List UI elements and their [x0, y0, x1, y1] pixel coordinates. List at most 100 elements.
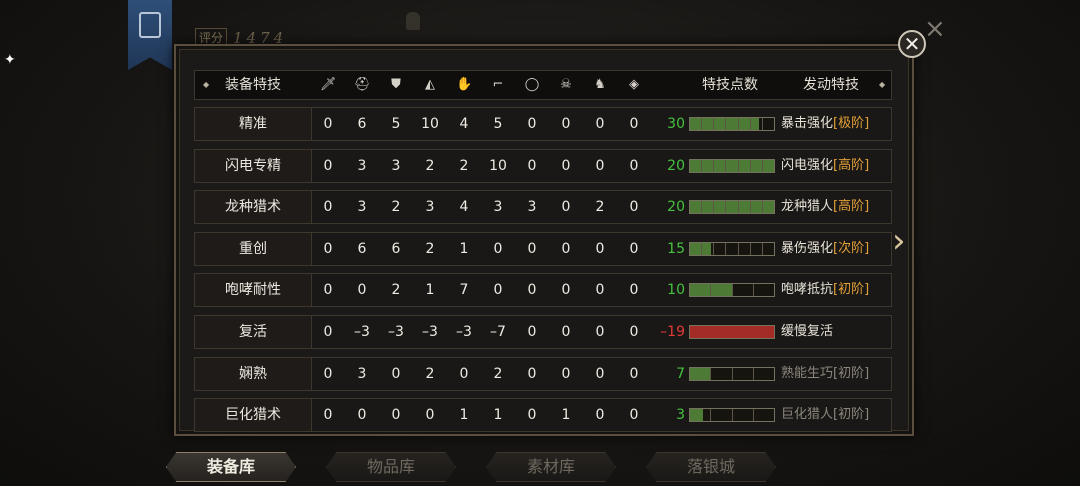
close-button[interactable]: ✕: [898, 30, 926, 58]
slot-value: 1: [561, 407, 571, 424]
slot-value: 2: [425, 365, 435, 382]
progress-segment: [690, 367, 712, 380]
skill-points: 30: [667, 116, 685, 132]
progress-segment: [702, 201, 715, 214]
bottom-tab[interactable]: 装备库: [166, 452, 296, 482]
progress-segment: [726, 242, 739, 255]
progress-segment: [751, 242, 763, 255]
progress-segment: [690, 118, 703, 130]
progress-segment: [690, 159, 703, 172]
skill-points: 15: [667, 240, 685, 257]
effect-name: 缓慢复活: [781, 324, 834, 339]
table-row[interactable]: 精准 0 6 5 10 4 5 0 0 0 0 30 暴击强化[极阶]: [194, 107, 892, 141]
slot-value: 0: [595, 240, 605, 257]
progress-segment: [739, 159, 751, 172]
progress-segment: [763, 160, 774, 172]
slot-value: 0: [561, 157, 571, 174]
progress-segment: [763, 201, 774, 213]
slot-value: 3: [357, 365, 367, 382]
table-row[interactable]: 复活 0 –3 –3 –3 –3 –7 0 0 0 0 –19 缓慢复活: [194, 315, 892, 349]
slot-value: 7: [459, 282, 469, 299]
slot-value: 0: [629, 157, 639, 174]
slot-value: 4: [459, 116, 469, 132]
slot-value: 3: [357, 157, 367, 174]
progress-segment: [711, 284, 733, 297]
skill-name: 重创: [195, 232, 312, 265]
slot-value: 0: [323, 240, 333, 257]
slot-value: 0: [459, 365, 469, 382]
effect-tier: [极阶]: [833, 116, 870, 131]
progress-segment: [754, 409, 774, 421]
progress-segment: [690, 201, 703, 214]
progress-segment: [714, 201, 727, 214]
slot-value: 0: [629, 365, 639, 382]
effect-name: 龙种猎人: [781, 199, 834, 215]
slot-value: 0: [391, 407, 401, 424]
effect-tier: [高阶]: [833, 199, 870, 215]
skill-name: 巨化猎术: [195, 399, 312, 432]
mount-icon: ♞: [594, 77, 606, 92]
table-row[interactable]: 龙种猎术 0 3 2 3 4 3 3 0 2 0 20 龙种猎人[高阶]: [194, 190, 892, 225]
trigger-effect: 暴击强化[极阶]: [781, 108, 891, 140]
trigger-effect: 暴伤强化[次阶]: [781, 233, 891, 265]
slot-value: 0: [323, 407, 333, 424]
bottom-tab[interactable]: 落银城: [646, 452, 776, 482]
effect-name: 暴伤强化: [781, 240, 834, 256]
points-progress-bar: [689, 366, 775, 381]
slot-value: 1: [459, 240, 469, 257]
header-skill-label: 装备特技: [225, 77, 281, 93]
skill-name: 龙种猎术: [195, 191, 312, 224]
gem-icon: ◈: [629, 77, 639, 92]
next-page-arrow-icon[interactable]: ›: [892, 222, 916, 260]
slot-value: 0: [527, 240, 537, 257]
header-trigger-label: 发动特技: [803, 77, 859, 93]
slot-value: 0: [629, 116, 639, 132]
slot-value: 0: [527, 365, 537, 382]
slot-value: 3: [493, 199, 503, 216]
slot-value: 0: [357, 282, 367, 299]
progress-segment: [739, 118, 751, 130]
slot-value: 0: [629, 240, 639, 257]
slot-value: 5: [391, 116, 401, 132]
character-figure: [406, 12, 420, 30]
progress-segment: [711, 409, 733, 422]
progress-segment: [702, 242, 715, 255]
progress-segment: [714, 159, 727, 172]
table-row[interactable]: 巨化猎术 0 0 0 0 1 1 0 1 0 0 3 巨化猎人[初阶]: [194, 398, 892, 433]
puzzle-icon[interactable]: ✦: [4, 52, 20, 68]
progress-segment: [751, 159, 763, 172]
slot-value: –3: [456, 324, 472, 340]
slot-value: 0: [561, 116, 571, 132]
bottom-tab[interactable]: 素材库: [486, 452, 616, 482]
trigger-effect: 闪电强化[高阶]: [781, 150, 891, 182]
slot-value: 3: [391, 157, 401, 174]
slot-value: 0: [527, 116, 537, 132]
slot-value: 6: [357, 116, 367, 132]
guild-banner[interactable]: [128, 0, 172, 70]
progress-segment: [733, 284, 754, 297]
progress-segment: [733, 367, 754, 380]
table-row[interactable]: 咆哮耐性 0 0 2 1 7 0 0 0 0 0 10 咆哮抵抗[初阶]: [194, 273, 892, 308]
slot-value: 1: [459, 407, 469, 424]
slot-value: –3: [388, 324, 404, 340]
progress-segment: [751, 201, 763, 214]
slot-value: 0: [561, 199, 571, 216]
slot-value: 0: [527, 324, 537, 340]
slot-value: 0: [595, 407, 605, 424]
progress-segment: [690, 409, 712, 422]
points-progress-bar: [689, 408, 775, 423]
table-row[interactable]: 娴熟 0 3 0 2 0 2 0 0 0 0 7 熟能生巧[初阶]: [194, 356, 892, 391]
skill-name: 咆哮耐性: [195, 274, 312, 307]
slot-value: 3: [527, 199, 537, 216]
slot-value: 2: [595, 199, 605, 216]
beast-icon: ☠: [560, 77, 572, 92]
slot-value: 0: [323, 365, 333, 382]
trigger-effect: 咆哮抵抗[初阶]: [781, 274, 891, 306]
slot-value: 0: [629, 282, 639, 299]
table-row[interactable]: 闪电专精 0 3 3 2 2 10 0 0 0 0 20 闪电强化[高阶]: [194, 148, 892, 183]
effect-tier: [初阶]: [833, 365, 870, 381]
slot-value: 2: [391, 282, 401, 299]
bottom-tab[interactable]: 物品库: [326, 452, 456, 482]
table-row[interactable]: 重创 0 6 6 2 1 0 0 0 0 0 15 暴伤强化[次阶]: [194, 231, 892, 266]
slot-value: 0: [323, 116, 333, 132]
